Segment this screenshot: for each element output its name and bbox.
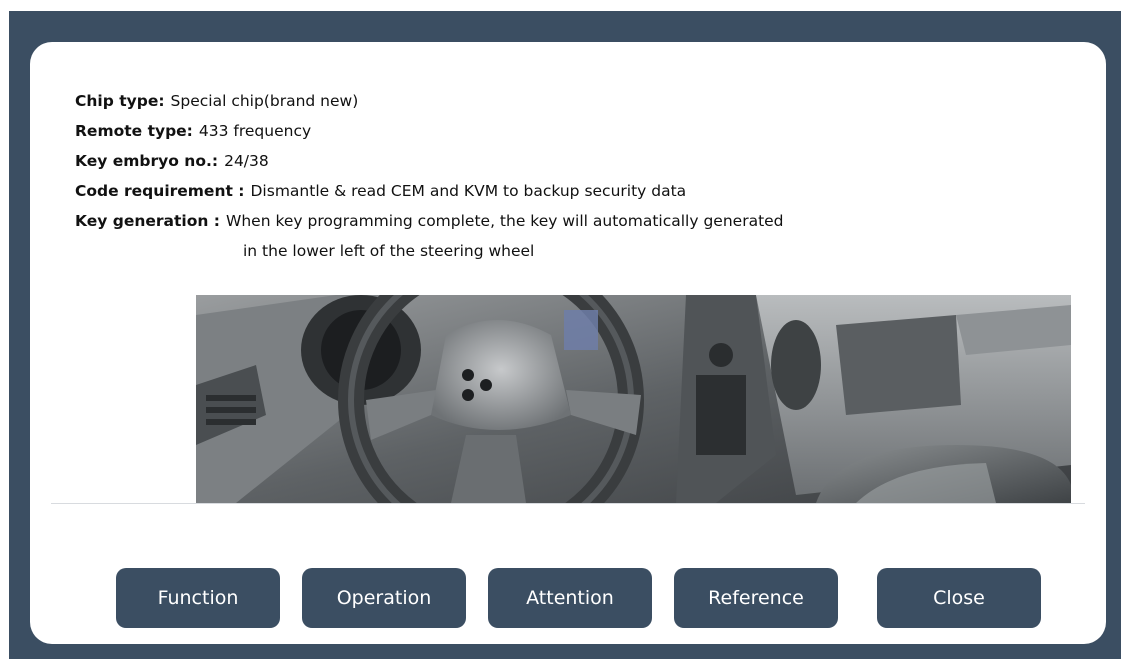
key-generation-row: Key generation : When key programming co… — [75, 206, 975, 236]
chip-type-label: Chip type: — [75, 92, 165, 110]
divider — [51, 503, 1085, 504]
attention-button[interactable]: Attention — [488, 568, 652, 628]
key-embryo-label: Key embryo no.: — [75, 152, 219, 170]
code-requirement-row: Code requirement : Dismantle & read CEM … — [75, 176, 975, 206]
key-embryo-row: Key embryo no.: 24/38 — [75, 146, 975, 176]
remote-type-label: Remote type: — [75, 122, 193, 140]
close-button[interactable]: Close — [877, 568, 1041, 628]
key-info-panel: Chip type: Special chip(brand new) Remot… — [75, 86, 975, 266]
car-interior-photo — [196, 295, 1071, 503]
function-button[interactable]: Function — [116, 568, 280, 628]
code-requirement-label: Code requirement : — [75, 182, 245, 200]
key-generation-continuation: in the lower left of the steering wheel — [243, 242, 535, 260]
reference-button[interactable]: Reference — [674, 568, 838, 628]
code-requirement-value: Dismantle & read CEM and KVM to backup s… — [250, 182, 687, 200]
key-generation-label: Key generation : — [75, 212, 221, 230]
key-info-dialog: Chip type: Special chip(brand new) Remot… — [30, 42, 1106, 644]
key-generation-value: When key programming complete, the key w… — [226, 212, 784, 230]
remote-type-value: 433 frequency — [198, 122, 312, 140]
key-embryo-value: 24/38 — [224, 152, 269, 170]
chip-type-value: Special chip(brand new) — [170, 92, 359, 110]
chip-type-row: Chip type: Special chip(brand new) — [75, 86, 975, 116]
operation-button[interactable]: Operation — [302, 568, 466, 628]
remote-type-row: Remote type: 433 frequency — [75, 116, 975, 146]
